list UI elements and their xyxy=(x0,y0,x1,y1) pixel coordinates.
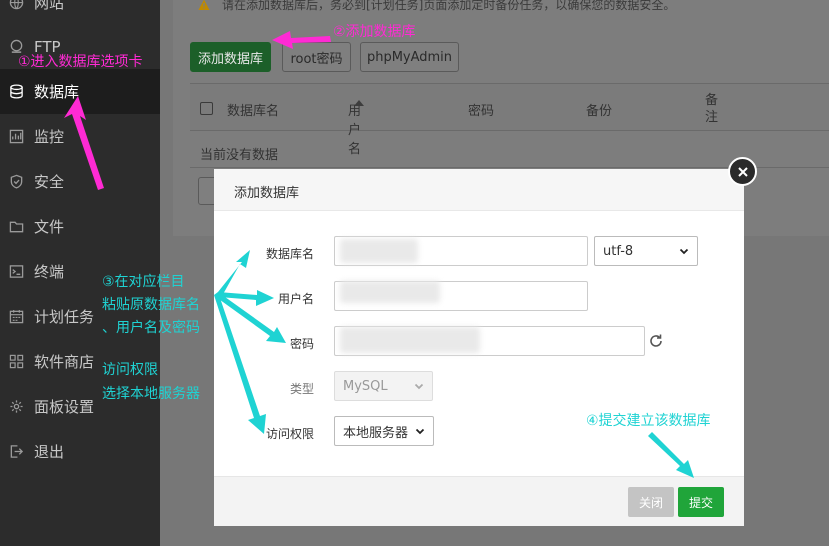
username-label: 用户名 xyxy=(277,292,314,306)
sort-asc-icon xyxy=(354,100,364,106)
database-icon xyxy=(8,84,24,100)
grid-icon xyxy=(8,354,24,370)
folder-icon xyxy=(8,219,24,235)
sidebar-item-label: 网站 xyxy=(34,0,65,12)
sidebar-item-label: 安全 xyxy=(34,173,65,191)
type-label: 类型 xyxy=(289,382,314,396)
sidebar-item-label: 面板设置 xyxy=(34,398,95,416)
step3-annotation-line3: 、用户名及密码 xyxy=(102,320,200,336)
sidebar-item-files[interactable]: 文件 xyxy=(0,204,160,249)
type-value: MySQL xyxy=(343,378,388,394)
terminal-icon xyxy=(8,264,24,280)
close-button[interactable]: 关闭 xyxy=(628,487,674,517)
submit-button[interactable]: 提交 xyxy=(678,487,724,517)
add-database-dialog: 添加数据库 数据库名 utf-8 用户名 密码 类型 MySQL 访问权限 本地… xyxy=(214,169,744,526)
step4-annotation: ④提交建立该数据库 xyxy=(586,413,711,429)
sidebar-item-label: 退出 xyxy=(34,443,65,461)
dialog-close-icon[interactable] xyxy=(728,157,757,186)
access-label: 访问权限 xyxy=(265,427,314,441)
sidebar-item-monitor[interactable]: 监控 xyxy=(0,114,160,159)
dialog-title: 添加数据库 xyxy=(214,169,744,211)
charset-select[interactable]: utf-8 xyxy=(594,236,698,266)
sidebar-item-label: 监控 xyxy=(34,128,65,146)
warning-icon xyxy=(198,0,210,11)
chevron-down-icon xyxy=(415,426,425,436)
redacted-password xyxy=(340,327,480,353)
access-annotation-line2: 选择本地服务器 xyxy=(102,386,200,402)
add-database-button[interactable]: 添加数据库 xyxy=(190,42,271,72)
root-password-button[interactable]: root密码 xyxy=(282,42,351,72)
column-password[interactable]: 密码 xyxy=(468,100,494,119)
gear-icon xyxy=(8,399,24,415)
sidebar-item-database[interactable]: 数据库 xyxy=(0,69,160,114)
globe-icon xyxy=(8,0,24,11)
shield-icon xyxy=(8,174,24,190)
redacted-db-name xyxy=(340,239,418,263)
step2-annotation: ②添加数据库 xyxy=(333,24,416,40)
password-label: 密码 xyxy=(289,337,314,351)
column-db-name[interactable]: 数据库名 xyxy=(227,100,279,119)
sidebar-item-label: 文件 xyxy=(34,218,65,236)
step1-annotation: ①进入数据库选项卡 xyxy=(18,54,143,70)
sidebar-item-label: 数据库 xyxy=(34,83,80,101)
redacted-username xyxy=(340,281,440,303)
calendar-icon xyxy=(8,309,24,325)
phpmyadmin-button[interactable]: phpMyAdmin xyxy=(360,42,459,72)
column-note[interactable]: 备注 xyxy=(705,92,721,126)
db-name-label: 数据库名 xyxy=(265,247,314,261)
sidebar-item-label: 计划任务 xyxy=(34,308,95,326)
access-annotation-line1: 访问权限 xyxy=(102,362,158,378)
sidebar-item-label: 终端 xyxy=(34,263,65,281)
chevron-down-icon xyxy=(414,381,424,391)
step3-annotation-line2: 粘贴原数据库名 xyxy=(102,297,200,313)
select-all-checkbox[interactable] xyxy=(200,102,213,115)
dialog-footer: 关闭 提交 xyxy=(214,476,744,526)
sidebar-item-website[interactable]: 网站 xyxy=(0,0,160,25)
charset-value: utf-8 xyxy=(603,243,634,259)
sidebar-item-logout[interactable]: 退出 xyxy=(0,429,160,474)
exit-icon xyxy=(8,444,24,460)
monitor-icon xyxy=(8,129,24,145)
sidebar-item-security[interactable]: 安全 xyxy=(0,159,160,204)
warning-text: 请在添加数据库后，务必到[计划任务]页面添加定时备份任务，以确保您的数据安全。 xyxy=(222,0,676,12)
column-backup[interactable]: 备份 xyxy=(586,100,612,119)
refresh-password-icon[interactable] xyxy=(648,333,664,349)
backup-warning: 请在添加数据库后，务必到[计划任务]页面添加定时备份任务，以确保您的数据安全。 xyxy=(198,0,675,13)
sidebar-item-label: 软件商店 xyxy=(34,353,95,371)
table-header: 数据库名 用户名 密码 备份 备注 xyxy=(190,83,829,157)
access-value: 本地服务器 xyxy=(343,425,409,441)
type-select: MySQL xyxy=(334,371,433,401)
step3-annotation-line1: ③在对应栏目 xyxy=(102,274,185,290)
access-select[interactable]: 本地服务器 xyxy=(334,416,434,446)
chevron-down-icon xyxy=(679,246,689,256)
